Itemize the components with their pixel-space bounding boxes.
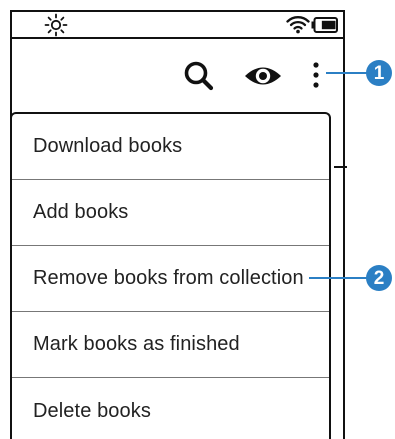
menu-item-download-books[interactable]: Download books [12, 114, 329, 180]
menu-item-label: Delete books [33, 399, 151, 422]
screen: Download books Add books Remove books fr… [0, 0, 395, 439]
more-vertical-icon[interactable] [307, 59, 325, 93]
menu-item-remove-books-from-collection[interactable]: Remove books from collection [12, 246, 329, 312]
toolbar [12, 39, 343, 111]
menu-item-label: Remove books from collection [33, 267, 304, 289]
status-bar [12, 12, 343, 39]
callout-2-leader-line [309, 277, 371, 279]
search-icon[interactable] [182, 59, 218, 93]
background-divider [334, 166, 347, 168]
menu-item-label: Mark books as finished [33, 333, 240, 355]
callout-1-leader-line [326, 72, 370, 74]
eye-icon[interactable] [243, 59, 283, 93]
menu-item-label: Download books [33, 135, 183, 157]
wifi-icon [286, 16, 310, 34]
brightness-icon[interactable] [44, 13, 68, 37]
menu-item-label: Add books [33, 201, 129, 223]
battery-level-fill [321, 20, 336, 30]
overflow-menu: Download books Add books Remove books fr… [10, 112, 331, 439]
battery-icon [311, 17, 338, 33]
menu-item-mark-books-as-finished[interactable]: Mark books as finished [12, 312, 329, 378]
menu-item-delete-books[interactable]: Delete books [12, 378, 329, 439]
menu-item-add-books[interactable]: Add books [12, 180, 329, 246]
callout-1-badge: 1 [366, 60, 392, 86]
callout-2-number: 2 [373, 267, 385, 289]
callout-1-number: 1 [373, 62, 385, 84]
callout-2-badge: 2 [366, 265, 392, 291]
